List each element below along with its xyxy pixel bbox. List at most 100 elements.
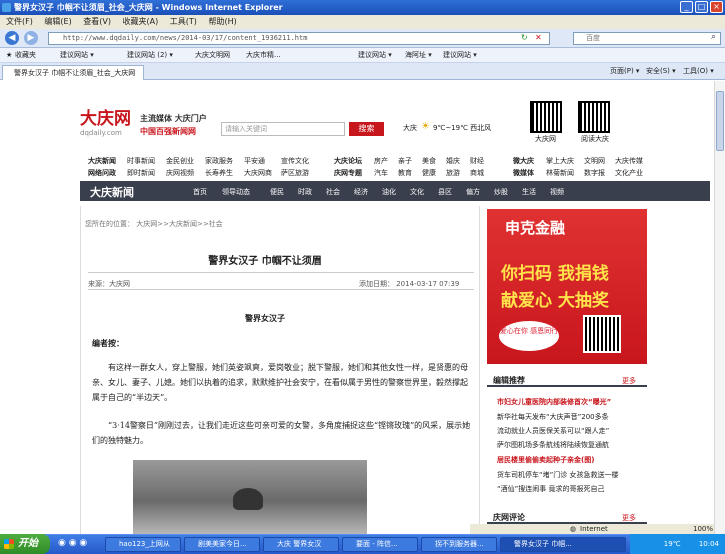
fav-item-3[interactable]: 大庆文明网: [195, 48, 230, 63]
nav-link[interactable]: 商城: [470, 168, 484, 178]
section-link[interactable]: 经济: [354, 187, 368, 197]
fav-item-6[interactable]: 海阿址 ▾: [405, 48, 432, 63]
menu-edit[interactable]: 编辑(E): [44, 17, 71, 26]
nav-link[interactable]: 大庆新闻: [88, 156, 116, 166]
police-cap-shape: [233, 488, 263, 510]
search-icon[interactable]: ⌕: [711, 32, 716, 42]
browser-search-input[interactable]: 百度: [573, 32, 721, 45]
quick-launch-icons[interactable]: ◉ ◉ ◉: [58, 538, 87, 548]
recommend-item[interactable]: 居民楼里偷偷卖起种子亲金(图): [497, 455, 594, 465]
nav-link[interactable]: 微媒体: [513, 168, 534, 178]
site-search-input[interactable]: 请输入关键词: [221, 122, 345, 136]
tools-menu[interactable]: 工具(O) ▾: [683, 63, 714, 80]
favorites-button[interactable]: 收藏夹: [15, 48, 36, 63]
nav-link[interactable]: 平安通: [244, 156, 265, 166]
page-menu[interactable]: 页面(P) ▾: [610, 63, 639, 80]
nav-link[interactable]: 宣传文化: [281, 156, 309, 166]
nav-link[interactable]: 网络问政: [88, 168, 116, 178]
menu-view[interactable]: 查看(V): [83, 17, 111, 26]
recommend-item[interactable]: 流动就业人员医保关系可以“跟人走”: [497, 426, 609, 436]
fav-item-5[interactable]: 建议网站 ▾: [358, 48, 392, 63]
section-link[interactable]: 社会: [326, 187, 340, 197]
taskbar-item[interactable]: 大庆 警界女汉: [263, 537, 339, 552]
nav-link[interactable]: 大庆论坛: [334, 156, 362, 166]
nav-link[interactable]: 旅游: [446, 168, 460, 178]
minimize-icon[interactable]: _: [680, 1, 693, 13]
section-link[interactable]: 视频: [550, 187, 564, 197]
breadcrumb[interactable]: 您所在的位置： 大庆网>>大庆新闻>>社会: [85, 219, 223, 229]
nav-link[interactable]: 金民创业: [166, 156, 194, 166]
nav-link[interactable]: 即时新闻: [127, 168, 155, 178]
safety-menu[interactable]: 安全(S) ▾: [646, 63, 676, 80]
nav-link[interactable]: 文明网: [584, 156, 605, 166]
menu-favorites[interactable]: 收藏夹(A): [123, 17, 159, 26]
nav-link[interactable]: 房产: [374, 156, 388, 166]
section-link[interactable]: 县区: [438, 187, 452, 197]
vertical-scrollbar[interactable]: [714, 81, 725, 534]
nav-link[interactable]: 大庆网商: [244, 168, 272, 178]
fav-item-2[interactable]: 建议网站 (2) ▾: [127, 48, 173, 63]
nav-link[interactable]: 家政服务: [205, 156, 233, 166]
nav-link[interactable]: 数字报: [584, 168, 605, 178]
comment-more[interactable]: 更多: [622, 513, 636, 523]
tray-clock[interactable]: 10:04: [699, 540, 719, 548]
menu-tools[interactable]: 工具(T): [170, 17, 197, 26]
recommend-item[interactable]: “酒仙”搜连闹事 竟求的哥报死自己: [497, 484, 604, 494]
taskbar-item[interactable]: 要面 - 阵信...: [342, 537, 418, 552]
nav-link[interactable]: 微大庆: [513, 156, 534, 166]
nav-link[interactable]: 庆网专题: [334, 168, 362, 178]
menu-help[interactable]: 帮助(H): [208, 17, 236, 26]
fav-item-7[interactable]: 建议网站 ▾: [443, 48, 477, 63]
section-link[interactable]: 油化: [382, 187, 396, 197]
nav-link[interactable]: 林菊新闻: [546, 168, 574, 178]
close-icon[interactable]: ×: [710, 1, 723, 13]
nav-link[interactable]: 汽车: [374, 168, 388, 178]
nav-link[interactable]: 婚庆: [446, 156, 460, 166]
article-photo: [133, 460, 367, 534]
nav-link[interactable]: 长寿养生: [205, 168, 233, 178]
nav-link[interactable]: 文化产业: [615, 168, 643, 178]
fav-item-4[interactable]: 大庆市精...: [246, 48, 281, 63]
section-link[interactable]: 时政: [298, 187, 312, 197]
nav-link[interactable]: 健康: [422, 168, 436, 178]
recommend-item[interactable]: 新华社每天发布“大庆声音”200多条: [497, 412, 609, 422]
section-link[interactable]: 文化: [410, 187, 424, 197]
maximize-icon[interactable]: □: [695, 1, 708, 13]
browser-tab[interactable]: 警界女汉子 巾帼不让须眉_社会_大庆网: [2, 65, 144, 80]
taskbar-item-active[interactable]: 警界女汉子 巾帼...: [500, 537, 626, 552]
section-link[interactable]: 炒股: [494, 187, 508, 197]
stop-icon[interactable]: ✕: [535, 33, 542, 42]
nav-link[interactable]: 萨区旅游: [281, 168, 309, 178]
scrollbar-thumb[interactable]: [716, 91, 724, 151]
fav-item-1[interactable]: 建议网站 ▾: [60, 48, 94, 63]
taskbar-item[interactable]: 拐不到服务器...: [421, 537, 497, 552]
ad-banner[interactable]: 申克金融 你扫码 我捐钱 献爱心 大抽奖 爱心在你 感恩同行: [487, 209, 647, 364]
recommend-more[interactable]: 更多: [622, 376, 636, 386]
taskbar-item[interactable]: hao123_上网从: [105, 537, 181, 552]
nav-link[interactable]: 大庆传媒: [615, 156, 643, 166]
section-link[interactable]: 偏方: [466, 187, 480, 197]
section-link[interactable]: 生活: [522, 187, 536, 197]
favorites-star-icon[interactable]: ★: [6, 48, 12, 63]
address-bar[interactable]: http://www.dqdaily.com/news/2014-03/17/c…: [48, 32, 550, 45]
nav-link[interactable]: 时事新闻: [127, 156, 155, 166]
back-icon[interactable]: ◀: [5, 31, 19, 45]
site-logo[interactable]: 大庆网: [80, 110, 131, 128]
nav-link[interactable]: 亲子: [398, 156, 412, 166]
recommend-item[interactable]: 货车司机停车“堵”门诊 女孩急救送一楼: [497, 470, 618, 480]
recommend-item[interactable]: 市妇女儿童医院内部装修首次“曝光”: [497, 397, 611, 407]
recommend-item[interactable]: 萨尔图机场多条航线将陆续恢复通航: [497, 440, 609, 450]
nav-link[interactable]: 美食: [422, 156, 436, 166]
section-link[interactable]: 领导动态: [222, 187, 250, 197]
taskbar-item[interactable]: 剧美美家今日...: [184, 537, 260, 552]
forward-icon[interactable]: ▶: [24, 31, 38, 45]
nav-link[interactable]: 掌上大庆: [546, 156, 574, 166]
nav-link[interactable]: 教育: [398, 168, 412, 178]
section-link[interactable]: 首页: [193, 187, 207, 197]
refresh-icon[interactable]: ↻: [521, 33, 528, 42]
nav-link[interactable]: 财经: [470, 156, 484, 166]
menu-file[interactable]: 文件(F): [6, 17, 33, 26]
section-link[interactable]: 便民: [270, 187, 284, 197]
nav-link[interactable]: 庆网视频: [166, 168, 194, 178]
site-search-button[interactable]: 搜索: [349, 122, 384, 136]
